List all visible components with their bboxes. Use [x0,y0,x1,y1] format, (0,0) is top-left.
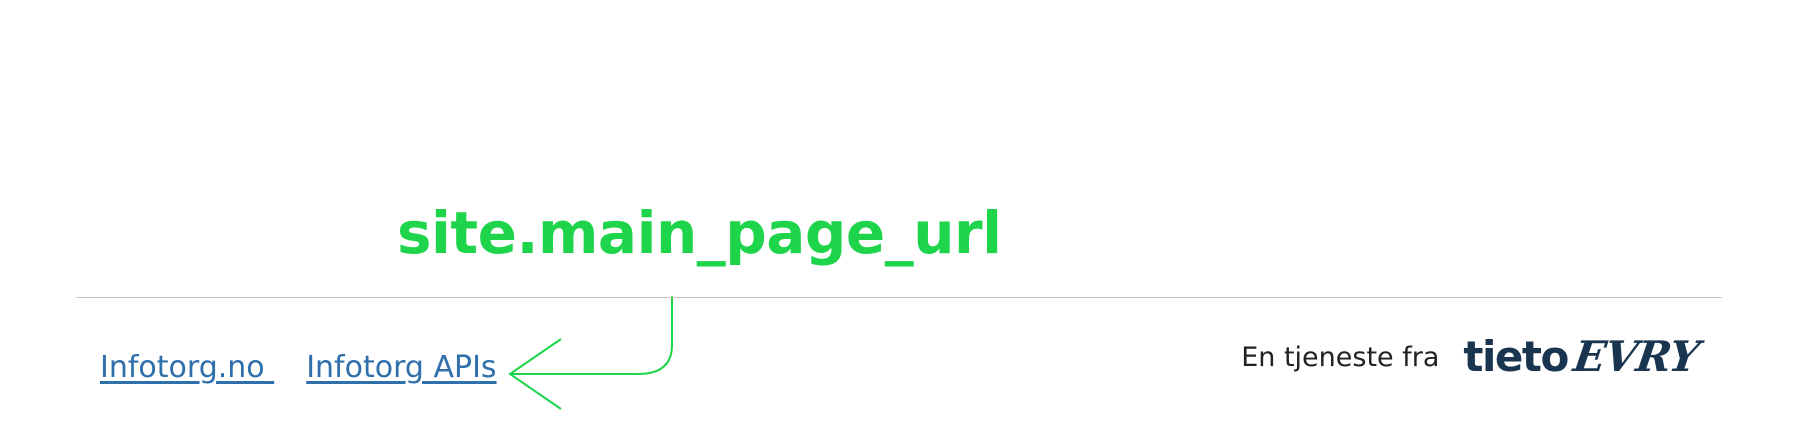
logo-evry: EVRY [1570,332,1702,381]
footer-link-infotorg-apis[interactable]: Infotorg APIs [306,350,496,385]
provider-block: En tjeneste fra tieto EVRY [1241,332,1702,381]
page: site.main_page_url Infotorg.no Infotorg … [0,0,1798,436]
logo-tieto: tieto [1463,332,1569,381]
provider-text: En tjeneste fra [1241,341,1440,373]
footer-divider [76,297,1722,298]
footer-links: Infotorg.no Infotorg APIs [100,350,497,385]
tietoevry-logo: tieto EVRY [1463,332,1702,381]
annotation-label: site.main_page_url [397,199,1002,267]
footer-link-infotorg[interactable]: Infotorg.no [100,350,274,385]
